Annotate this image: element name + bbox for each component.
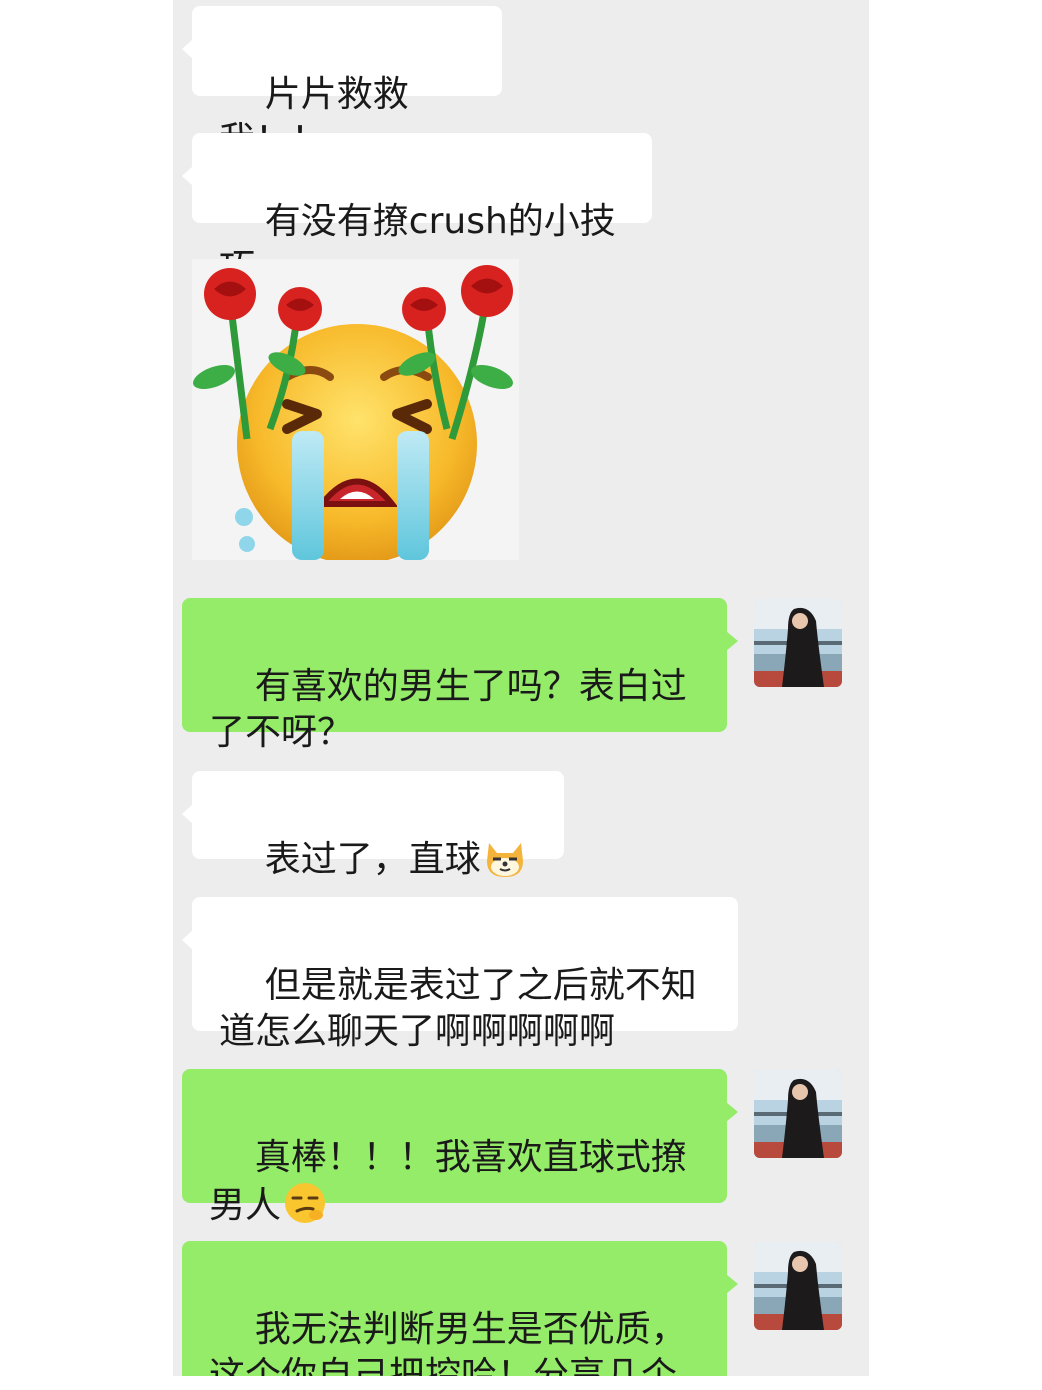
incoming-message-bubble[interactable]: 表过了，直球 bbox=[182, 771, 564, 931]
smirk-face-emoji bbox=[283, 1181, 327, 1237]
outgoing-message-bubble[interactable]: 有喜欢的男生了吗？表白过了不呀？ bbox=[182, 598, 738, 753]
message-text: 有喜欢的男生了吗？表白过了不呀？ bbox=[209, 666, 687, 753]
chat-area[interactable]: 片片救救我！！ 有没有撩crush的小技巧 bbox=[173, 0, 869, 1376]
outgoing-message-bubble[interactable]: 真棒！！！我喜欢直球式撩男人 bbox=[182, 1069, 738, 1226]
shiba-dog-emoji bbox=[483, 839, 527, 891]
avatar[interactable] bbox=[754, 1070, 842, 1158]
incoming-message-bubble[interactable]: 片片救救我！！ bbox=[182, 6, 502, 161]
message-text: 我无法判断男生是否优质，这个你自己把控哈！分享几个小技巧给你～ bbox=[209, 1309, 687, 1376]
avatar[interactable] bbox=[754, 599, 842, 687]
outgoing-message-bubble[interactable]: 我无法判断男生是否优质，这个你自己把控哈！分享几个小技巧给你～ bbox=[182, 1241, 738, 1376]
sticker-image bbox=[192, 259, 519, 564]
message-text: 真棒！！！我喜欢直球式撩男人 bbox=[209, 1137, 687, 1226]
crying-face-with-roses-sticker[interactable] bbox=[192, 259, 519, 564]
message-text: 但是就是表过了之后就不知道怎么聊天了啊啊啊啊啊 bbox=[219, 965, 697, 1052]
avatar[interactable] bbox=[754, 1242, 842, 1330]
message-text: 表过了，直球 bbox=[264, 839, 481, 880]
incoming-message-bubble[interactable]: 但是就是表过了之后就不知道怎么聊天了啊啊啊啊啊 bbox=[182, 897, 738, 1052]
incoming-message-bubble[interactable]: 有没有撩crush的小技巧 bbox=[182, 133, 652, 288]
